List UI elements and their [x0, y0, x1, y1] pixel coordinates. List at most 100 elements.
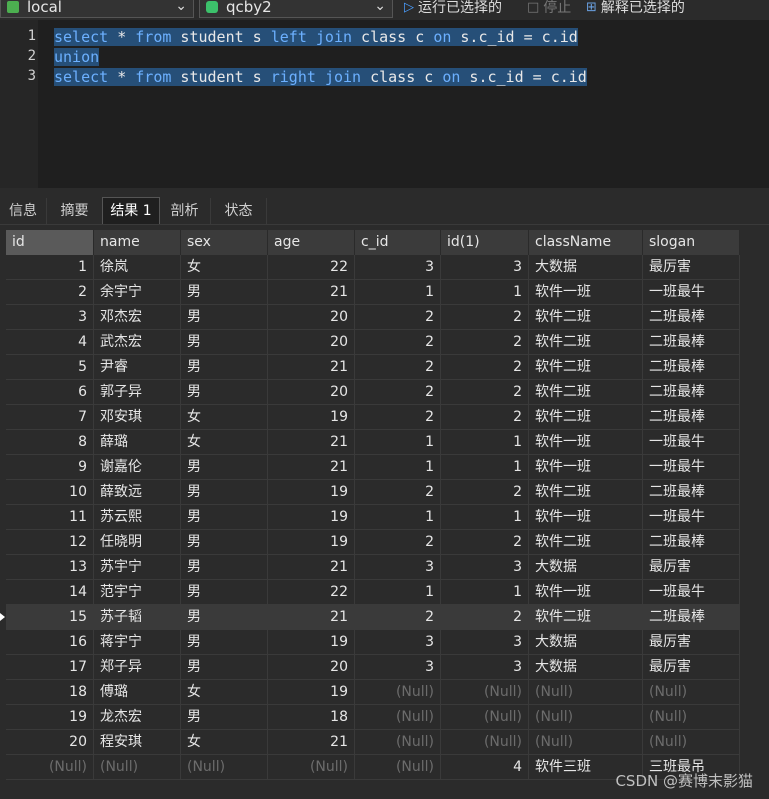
table-cell[interactable]: 1	[441, 430, 529, 455]
table-cell[interactable]: 徐岚	[94, 255, 181, 280]
table-cell[interactable]: 苏云熙	[94, 505, 181, 530]
table-cell[interactable]: 19	[268, 405, 355, 430]
table-row[interactable]: 13 苏宇宁男 21 3 3 大数据 最厉害	[0, 555, 769, 580]
table-cell[interactable]: 1	[355, 455, 441, 480]
table-cell[interactable]: 19	[268, 530, 355, 555]
table-cell[interactable]: (Null)	[6, 755, 94, 780]
table-cell[interactable]: 男	[181, 705, 268, 730]
table-cell[interactable]: (Null)	[441, 730, 529, 755]
table-cell[interactable]: 二班最棒	[643, 530, 740, 555]
sql-code[interactable]: select * from student s left join class …	[54, 27, 587, 87]
table-cell[interactable]: 2	[441, 305, 529, 330]
table-cell[interactable]: 程安琪	[94, 730, 181, 755]
table-cell[interactable]: 1	[441, 505, 529, 530]
table-cell[interactable]: 2	[355, 380, 441, 405]
table-cell[interactable]: 2	[355, 530, 441, 555]
table-cell[interactable]: 软件二班	[529, 330, 643, 355]
table-cell[interactable]: 男	[181, 630, 268, 655]
table-cell[interactable]: 21	[268, 730, 355, 755]
table-cell[interactable]: 女	[181, 255, 268, 280]
table-cell[interactable]: 软件一班	[529, 280, 643, 305]
table-cell[interactable]: 20	[6, 730, 94, 755]
table-cell[interactable]: 20	[268, 305, 355, 330]
table-cell[interactable]: 2	[441, 330, 529, 355]
table-cell[interactable]: 任晓明	[94, 530, 181, 555]
table-cell[interactable]: 男	[181, 580, 268, 605]
table-cell[interactable]: 大数据	[529, 655, 643, 680]
table-row[interactable]: 18 傅璐女 19 (Null) (Null) (Null) (Null)	[0, 680, 769, 705]
table-cell[interactable]: 1	[441, 280, 529, 305]
column-header-c-id[interactable]: c_id	[355, 230, 441, 255]
table-cell[interactable]: 软件一班	[529, 505, 643, 530]
table-cell[interactable]: 男	[181, 555, 268, 580]
table-cell[interactable]: 大数据	[529, 255, 643, 280]
table-cell[interactable]: 4	[441, 755, 529, 780]
table-cell[interactable]: 男	[181, 330, 268, 355]
table-cell[interactable]: 2	[355, 305, 441, 330]
table-cell[interactable]: 最厉害	[643, 655, 740, 680]
table-cell[interactable]: 3	[6, 305, 94, 330]
table-row[interactable]: 20 程安琪女 21 (Null) (Null) (Null) (Null)	[0, 730, 769, 755]
table-cell[interactable]: 软件二班	[529, 305, 643, 330]
table-cell[interactable]: 2	[355, 405, 441, 430]
table-cell[interactable]: 8	[6, 430, 94, 455]
table-cell[interactable]: 苏子韬	[94, 605, 181, 630]
stop-button[interactable]: □ 停止	[527, 0, 571, 17]
table-row[interactable]: 2 余宇宁男 21 1 1 软件一班 一班最牛	[0, 280, 769, 305]
table-cell[interactable]: 2	[441, 380, 529, 405]
table-cell[interactable]: 20	[268, 655, 355, 680]
table-cell[interactable]: 郭子异	[94, 380, 181, 405]
table-cell[interactable]: 20	[268, 330, 355, 355]
table-cell[interactable]: 男	[181, 655, 268, 680]
table-cell[interactable]: 19	[268, 505, 355, 530]
column-header-name[interactable]: name	[94, 230, 181, 255]
table-row[interactable]: 1 徐岚女 22 3 3 大数据 最厉害	[0, 255, 769, 280]
explain-selected-button[interactable]: ⊞ 解释已选择的	[586, 0, 685, 17]
table-cell[interactable]: 最厉害	[643, 255, 740, 280]
table-cell[interactable]: 女	[181, 680, 268, 705]
table-cell[interactable]: (Null)	[355, 755, 441, 780]
column-header-id[interactable]: id	[6, 230, 94, 255]
table-cell[interactable]: 余宇宁	[94, 280, 181, 305]
table-cell[interactable]: 1	[6, 255, 94, 280]
table-cell[interactable]: 2	[6, 280, 94, 305]
column-header-slogan[interactable]: slogan	[643, 230, 740, 255]
tab-status[interactable]: 状态	[211, 198, 267, 224]
table-cell[interactable]: 一班最牛	[643, 455, 740, 480]
table-cell[interactable]: 武杰宏	[94, 330, 181, 355]
table-cell[interactable]: 3	[355, 655, 441, 680]
table-cell[interactable]: 女	[181, 405, 268, 430]
column-header-classname[interactable]: className	[529, 230, 643, 255]
table-cell[interactable]: 2	[355, 605, 441, 630]
table-cell[interactable]: 邓杰宏	[94, 305, 181, 330]
table-cell[interactable]: 17	[6, 655, 94, 680]
table-cell[interactable]: 男	[181, 380, 268, 405]
tab-summary[interactable]: 摘要	[47, 198, 103, 224]
table-cell[interactable]: 2	[441, 605, 529, 630]
table-cell[interactable]: 薛致远	[94, 480, 181, 505]
table-cell[interactable]: (Null)	[529, 705, 643, 730]
table-cell[interactable]: 男	[181, 505, 268, 530]
table-cell[interactable]: 11	[6, 505, 94, 530]
table-cell[interactable]: 软件一班	[529, 580, 643, 605]
table-cell[interactable]: 男	[181, 280, 268, 305]
table-cell[interactable]: 21	[268, 280, 355, 305]
table-cell[interactable]: 19	[268, 480, 355, 505]
table-row[interactable]: 19 龙杰宏男 18 (Null) (Null) (Null) (Null)	[0, 705, 769, 730]
table-cell[interactable]: 21	[268, 355, 355, 380]
table-cell[interactable]: 21	[268, 430, 355, 455]
table-cell[interactable]: 大数据	[529, 630, 643, 655]
table-cell[interactable]: 10	[6, 480, 94, 505]
table-cell[interactable]: 傅璐	[94, 680, 181, 705]
table-cell[interactable]: (Null)	[355, 680, 441, 705]
table-row[interactable]: 7 邓安琪女 19 2 2 软件二班 二班最棒	[0, 405, 769, 430]
table-cell[interactable]: 蒋宇宁	[94, 630, 181, 655]
tab-result-1[interactable]: 结果 1	[102, 197, 160, 224]
table-cell[interactable]: 22	[268, 255, 355, 280]
table-cell[interactable]: 女	[181, 430, 268, 455]
tab-info[interactable]: 信息	[0, 198, 47, 224]
table-cell[interactable]: 3	[355, 555, 441, 580]
connection-select[interactable]: local ⌄	[0, 0, 194, 18]
table-cell[interactable]: 1	[355, 580, 441, 605]
table-row[interactable]: 8 薛璐女 21 1 1 软件一班 一班最牛	[0, 430, 769, 455]
